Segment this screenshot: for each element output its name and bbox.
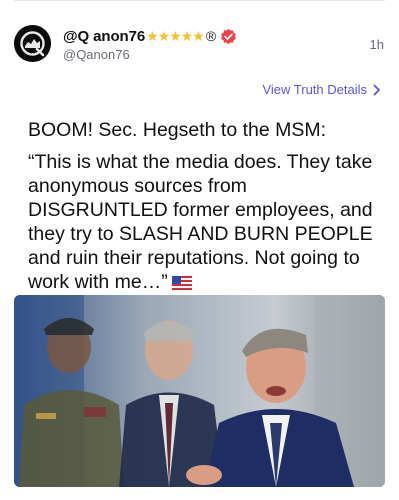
us-flag-icon	[171, 275, 192, 290]
post-body: BOOM! Sec. Hegseth to the MSM: “This is …	[28, 118, 378, 302]
display-name[interactable]: @Q anon76	[63, 28, 145, 45]
post-text-quote: “This is what the media does. They take …	[28, 151, 373, 293]
chevron-right-icon	[373, 84, 380, 95]
post-image[interactable]	[14, 295, 385, 487]
registered-mark: ®	[205, 28, 217, 44]
press-conference-photo	[14, 295, 385, 487]
avatar-q-logo-icon	[14, 25, 51, 62]
post-text-quote-wrapper: “This is what the media does. They take …	[28, 150, 378, 294]
view-truth-details-link[interactable]: View Truth Details	[262, 82, 381, 97]
avatar[interactable]	[14, 25, 51, 62]
user-handle[interactable]: @Qanon76	[63, 47, 130, 62]
post-text-headline: BOOM! Sec. Hegseth to the MSM:	[28, 119, 327, 141]
display-name-row[interactable]: @Q anon76 ★★★★★ ®	[63, 26, 237, 46]
post-timestamp: 1h	[369, 37, 384, 52]
view-truth-details-label: View Truth Details	[262, 82, 367, 97]
stars-icon: ★★★★★	[146, 27, 205, 44]
top-divider	[14, 0, 385, 1]
verified-badge-icon	[221, 28, 237, 44]
post-card: @Q anon76 ★★★★★ ® @Qanon76 1h View Truth…	[0, 0, 399, 500]
